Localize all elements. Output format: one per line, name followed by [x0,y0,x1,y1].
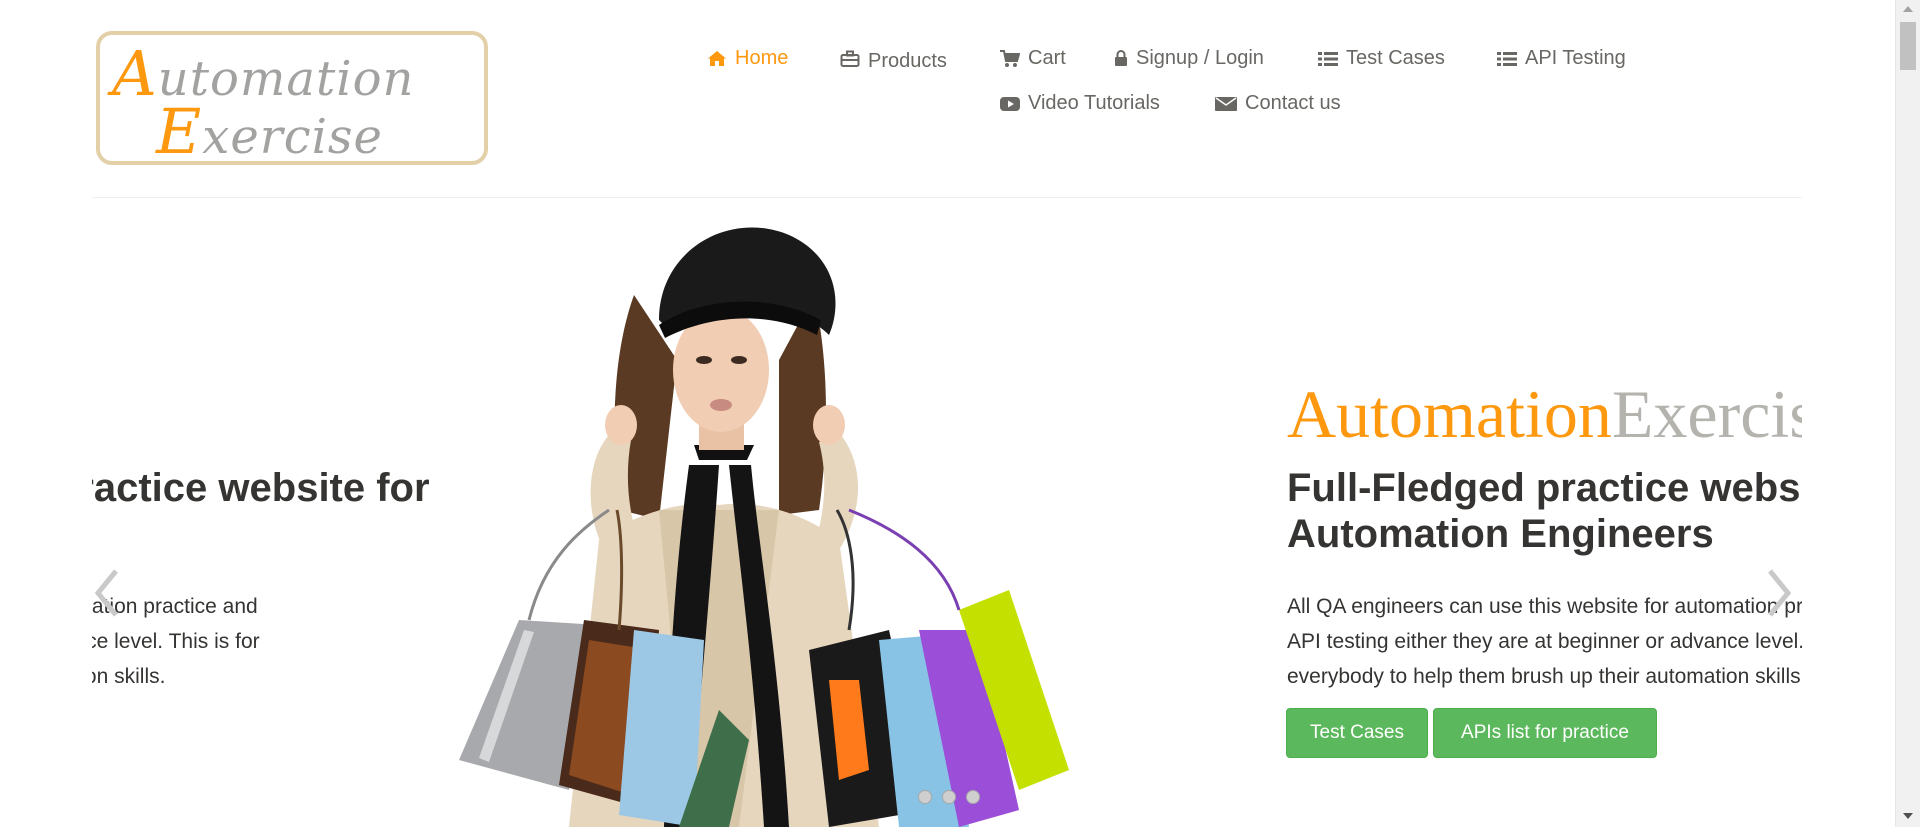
nav-item-contact-us[interactable]: Contact us [1215,92,1341,115]
slide-para-line2: API testing either they are at beginner … [1287,630,1802,653]
current-slide-text: AutomationExercise [1287,380,1802,448]
nav-item-test-cases[interactable]: Test Cases [1318,47,1445,70]
nav-label-home: Home [735,47,789,69]
slide-para-line3: everybody to help them brush up their au… [1287,665,1802,688]
scroll-down-arrow[interactable] [1903,813,1913,819]
carousel-indicators [918,790,980,804]
scroll-thumb[interactable] [1900,22,1916,70]
nav-item-cart[interactable]: Cart [1000,47,1066,70]
youtube-play-icon [1000,96,1020,112]
nav-item-signup-login[interactable]: Signup / Login [1114,47,1264,70]
nav-item-products[interactable]: Products [840,47,947,72]
carousel-next-arrow[interactable] [1764,565,1794,626]
nav-item-api-testing[interactable]: API Testing [1497,47,1626,70]
hero-shopping-girl-image [459,227,1069,827]
carousel-prev-arrow[interactable] [92,565,122,626]
carousel-dot-1[interactable] [918,790,932,804]
nav-label-contact-us: Contact us [1245,92,1341,114]
briefcase-icon [840,50,860,68]
main-nav: Home Products Cart Signup / Login Test C… [0,0,1920,190]
prev-slide-para-line3: everybody to help them brush up their au… [92,665,166,688]
apis-list-button[interactable]: APIs list for practice [1433,708,1657,758]
carousel-dot-3[interactable] [966,790,980,804]
nav-label-test-cases: Test Cases [1346,47,1445,69]
carousel-dot-2[interactable] [942,790,956,804]
nav-label-products: Products [868,50,947,72]
slide-para-wrap: All QA engineers can use this website fo… [1287,589,1802,694]
nav-item-home[interactable]: Home [707,47,788,70]
cart-icon [1000,49,1020,68]
slide-para-line1: All QA engineers can use this website fo… [1287,595,1802,618]
nav-label-video-tutorials: Video Tutorials [1028,92,1160,114]
lock-icon [1114,50,1128,67]
chevron-right-icon [1768,569,1792,617]
list-icon [1318,51,1338,67]
home-icon [707,50,727,67]
list-icon [1497,51,1517,67]
chevron-left-icon [94,569,118,617]
nav-label-signup-login: Signup / Login [1136,47,1264,69]
header-divider [92,197,1802,198]
slide-heading-line2: Automation Engineers [1287,512,1714,556]
scroll-up-arrow[interactable] [1903,6,1913,12]
nav-item-video-tutorials[interactable]: Video Tutorials [1000,92,1160,115]
nav-label-api-testing: API Testing [1525,47,1626,69]
page-scrollbar[interactable] [1895,0,1920,827]
slide-heading-wrap: Full-Fledged practice website for Automa… [1287,465,1802,557]
prev-slide-para-line2: API testing either they are at beginner … [92,630,260,653]
envelope-icon [1215,96,1237,112]
slide-heading-line1: Full-Fledged practice website for [1287,466,1802,510]
hero-slider: Exercise Full-Fledged practice website f… [92,200,1802,827]
test-cases-button[interactable]: Test Cases [1286,708,1428,758]
nav-label-cart: Cart [1028,47,1066,69]
slide-brand: AutomationExercise [1287,376,1802,452]
